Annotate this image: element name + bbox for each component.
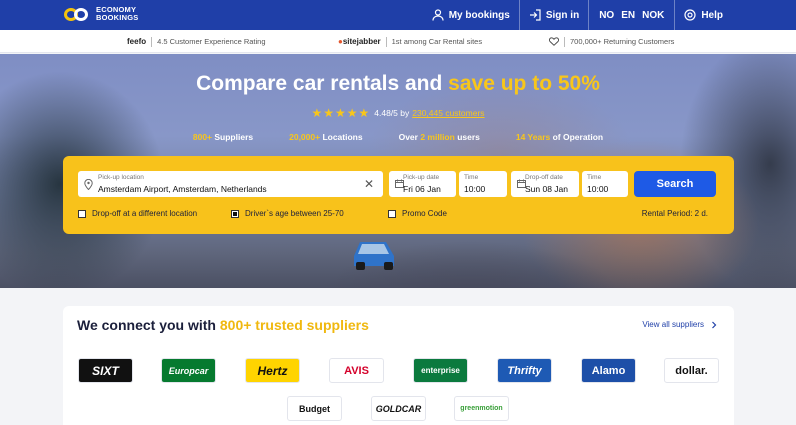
stat-years: 14 Years of Operation [515, 132, 604, 142]
sign-in-icon [529, 9, 541, 21]
help-link[interactable]: Help [675, 0, 732, 30]
suppliers-section: We connect you with 800+ trusted supplie… [63, 306, 734, 425]
trust-feefo: feefo 4.5 Customer Experience Rating [127, 30, 266, 53]
sitejabber-logo: ●sitejabber [338, 37, 381, 46]
stat-locations: 20,000+ Locations [289, 132, 363, 142]
pickup-date-field[interactable]: Pick-up date Fri 06 Jan [389, 171, 456, 197]
dropoff-date-field[interactable]: Drop-off date Sun 08 Jan [511, 171, 579, 197]
top-navigation-bar: ECONOMY BOOKINGS My bookings Sign in NO … [0, 0, 796, 30]
clear-location-icon[interactable]: ✕ [364, 177, 374, 191]
pickup-date-label: Pick-up date [403, 174, 440, 181]
suppliers-title: We connect you with 800+ trusted supplie… [77, 317, 369, 333]
trust-sitejabber-text: 1st among Car Rental sites [391, 37, 483, 46]
dropoff-time-label: Time [587, 174, 602, 181]
chevron-right-icon [712, 321, 717, 328]
rating-value: 4.48/5 by [374, 108, 410, 118]
rating-summary: ★★★★★ 4.48/5 by 230,445 customers [0, 106, 796, 120]
dollar-logo[interactable]: dollar. [664, 358, 719, 383]
trust-feefo-text: 4.5 Customer Experience Rating [157, 37, 266, 46]
alamo-logo[interactable]: Alamo [581, 358, 636, 383]
my-bookings-link[interactable]: My bookings [423, 0, 519, 30]
trust-bar: feefo 4.5 Customer Experience Rating ●si… [0, 30, 796, 53]
heart-icon [549, 37, 559, 46]
pickup-location-field[interactable]: Pick-up location Amsterdam Airport, Amst… [78, 171, 383, 197]
reviews-link[interactable]: 230,445 customers [412, 108, 484, 118]
language-currency-selector[interactable]: NO EN NOK [589, 0, 674, 30]
dropoff-different-location-checkbox[interactable]: Drop-off at a different location [78, 209, 197, 218]
search-form: Pick-up location Amsterdam Airport, Amst… [63, 156, 734, 234]
help-label: Help [701, 9, 723, 21]
economy-bookings-logo[interactable]: ECONOMY BOOKINGS [64, 6, 138, 22]
pickup-time-value[interactable]: 10:00 [464, 184, 485, 194]
language-en[interactable]: EN [621, 10, 635, 21]
sixt-logo[interactable]: SIXT [78, 358, 133, 383]
stat-suppliers: 800+ Suppliers [192, 132, 254, 142]
location-pin-icon [84, 179, 93, 190]
trust-returning: 700,000+ Returning Customers [549, 30, 674, 53]
dropoff-time-value[interactable]: 10:00 [587, 184, 608, 194]
checkbox-checked[interactable] [231, 209, 239, 218]
dropoff-time-field[interactable]: Time 10:00 [582, 171, 628, 197]
currency-nok[interactable]: NOK [642, 10, 664, 21]
sign-in-link[interactable]: Sign in [520, 0, 588, 30]
pickup-time-label: Time [464, 174, 479, 181]
rental-period: Rental Period: 2 d. [641, 209, 708, 218]
pickup-time-field[interactable]: Time 10:00 [459, 171, 507, 197]
help-lifebuoy-icon [684, 9, 696, 21]
sign-in-label: Sign in [545, 9, 580, 21]
europcar-logo[interactable]: Europcar [161, 358, 216, 383]
user-icon [432, 9, 444, 21]
logo-text: ECONOMY BOOKINGS [96, 5, 139, 22]
promo-code-label: Promo Code [402, 209, 447, 218]
dropoff-date-value[interactable]: Sun 08 Jan [525, 184, 568, 194]
driver-age-checkbox[interactable]: Driver`s age between 25-70 [231, 209, 344, 218]
hertz-logo[interactable]: Hertz [245, 358, 300, 383]
enterprise-logo[interactable]: enterprise [413, 358, 468, 383]
hero-stats: 800+ Suppliers 20,000+ Locations Over 2 … [0, 132, 796, 142]
dropoff-date-label: Drop-off date [525, 174, 563, 181]
hero-car-image [354, 242, 394, 270]
checkbox-unchecked[interactable] [388, 209, 396, 218]
trust-sitejabber: ●sitejabber 1st among Car Rental sites [338, 30, 482, 53]
budget-logo[interactable]: Budget [287, 396, 342, 421]
promo-code-checkbox[interactable]: Promo Code [388, 209, 447, 218]
logo-rings-icon [64, 7, 92, 22]
driver-age-label: Driver`s age between 25-70 [245, 209, 344, 218]
checkbox-unchecked[interactable] [78, 209, 86, 218]
trust-returning-text: 700,000+ Returning Customers [570, 37, 675, 46]
greenmotion-logo[interactable]: greenmotion [454, 396, 509, 421]
pickup-date-value[interactable]: Fri 06 Jan [403, 184, 441, 194]
view-all-suppliers-link[interactable]: View all suppliers [642, 320, 718, 329]
language-no[interactable]: NO [599, 10, 614, 21]
search-button[interactable]: Search [634, 171, 716, 197]
hero-title: Compare car rentals and save up to 50% [196, 72, 600, 95]
goldcar-logo[interactable]: GOLDCAR [371, 396, 426, 421]
pickup-location-label: Pick-up location [98, 174, 144, 181]
avis-logo[interactable]: AVIS [329, 358, 384, 383]
pickup-location-value[interactable]: Amsterdam Airport, Amsterdam, Netherland… [98, 184, 267, 194]
feefo-logo: feefo [127, 37, 147, 46]
my-bookings-label: My bookings [448, 9, 510, 21]
header-nav: My bookings Sign in NO EN NOK Help [423, 0, 732, 30]
thrifty-logo[interactable]: Thrifty [497, 358, 552, 383]
dropoff-different-location-label: Drop-off at a different location [92, 209, 198, 218]
stat-users: Over 2 million users [398, 132, 480, 142]
rating-stars-icon: ★★★★★ [311, 106, 371, 120]
